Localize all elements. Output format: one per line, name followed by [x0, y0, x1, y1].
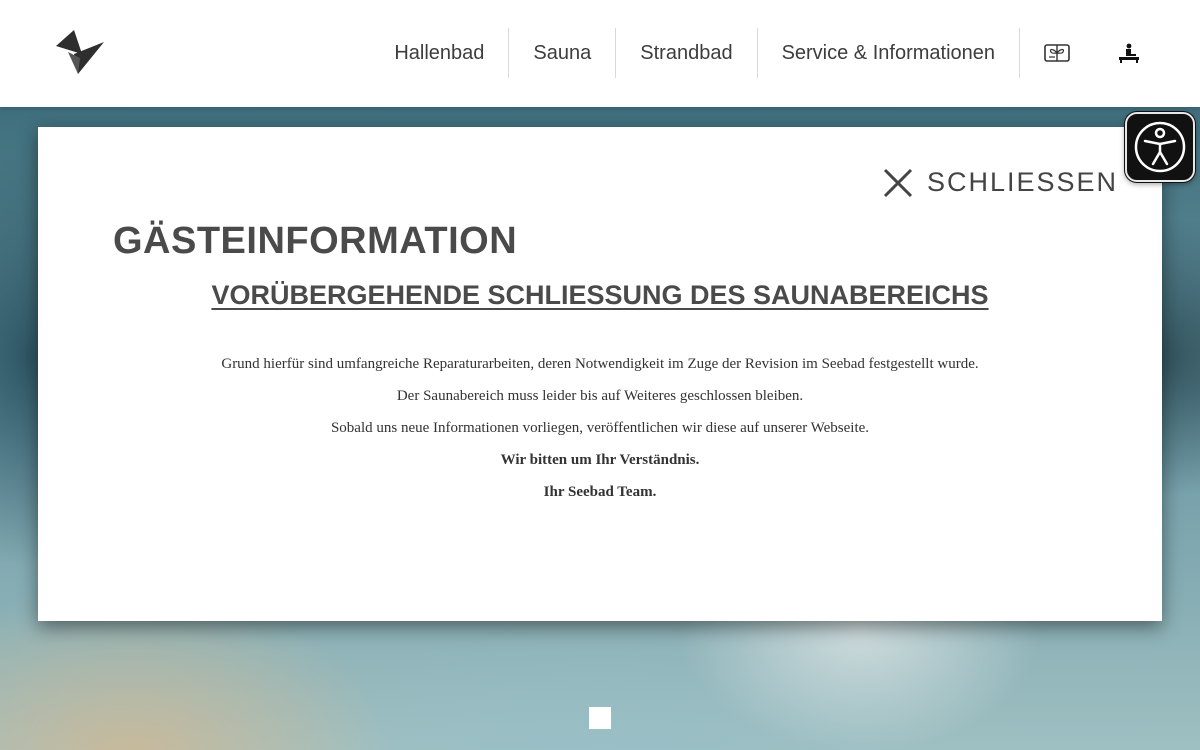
body-paragraph-signature: Ihr Seebad Team. [543, 484, 657, 500]
body-paragraph: Der Saunabereich muss leider bis auf Wei… [396, 388, 804, 404]
close-label: SCHLIESSEN [926, 167, 1118, 197]
close-button[interactable]: SCHLIESSEN [883, 167, 1118, 198]
modal-heading: GÄSTEINFORMATION [113, 220, 518, 262]
logo-link[interactable] [54, 28, 106, 76]
slider-indicator[interactable] [589, 707, 611, 729]
main-nav: Hallenbad Sauna Strandbad Service & Info… [370, 28, 1140, 78]
voucher-icon [1044, 44, 1070, 62]
massage-icon [1119, 43, 1139, 63]
logo-icon [56, 30, 104, 74]
close-icon [883, 168, 912, 197]
nav-service-informationen[interactable]: Service & Informationen [758, 28, 1019, 78]
voucher-button[interactable] [1020, 28, 1094, 78]
body-paragraph-understanding: Wir bitten um Ihr Verständnis. [500, 452, 700, 468]
body-paragraph: Grund hierfür sind umfangreiche Reparatu… [221, 356, 979, 372]
modal-body: Grund hierfür sind umfangreiche Reparatu… [38, 355, 1162, 515]
modal-subheading: VORÜBERGEHENDE SCHLIESSUNG DES SAUNABERE… [211, 280, 989, 310]
accessibility-button[interactable] [1125, 112, 1195, 182]
body-paragraph: Sobald uns neue Informationen vorliegen,… [330, 420, 870, 436]
site-header: Hallenbad Sauna Strandbad Service & Info… [0, 0, 1200, 107]
accessibility-icon [1134, 121, 1186, 173]
nav-strandbad[interactable]: Strandbad [616, 28, 756, 78]
nav-sauna[interactable]: Sauna [509, 28, 615, 78]
guest-info-modal: SCHLIESSEN GÄSTEINFORMATION VORÜBERGEHEN… [38, 127, 1162, 621]
nav-hallenbad[interactable]: Hallenbad [370, 28, 508, 78]
massage-button[interactable] [1094, 28, 1140, 78]
